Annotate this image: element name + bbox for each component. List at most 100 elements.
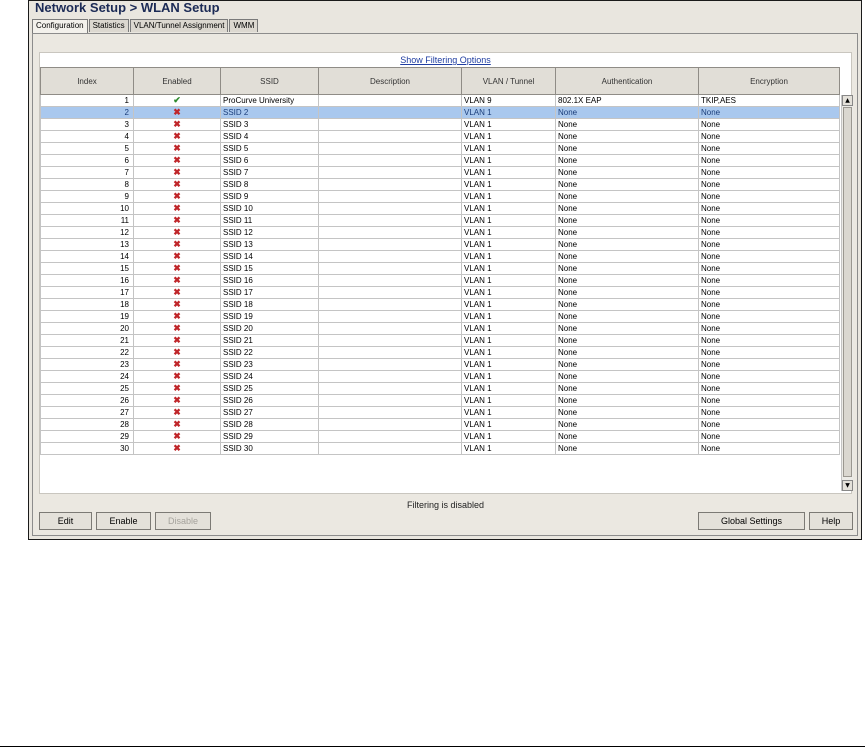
table-row[interactable]: 10 ✖ SSID 10 VLAN 1 None None xyxy=(40,202,840,215)
row-index-cell: 1 xyxy=(40,94,134,107)
table-row[interactable]: 28 ✖ SSID 28 VLAN 1 None None xyxy=(40,418,840,431)
table-row[interactable]: 20 ✖ SSID 20 VLAN 1 None None xyxy=(40,322,840,335)
row-description-cell xyxy=(318,142,462,155)
wlan-list-panel: Show Filtering Options Index Enabled SSI… xyxy=(39,52,853,510)
row-encryption-cell: None xyxy=(698,214,840,227)
table-row[interactable]: 18 ✖ SSID 18 VLAN 1 None None xyxy=(40,298,840,311)
row-encryption-cell: None xyxy=(698,166,840,179)
row-enabled-cell: ✖ xyxy=(133,238,221,251)
help-button[interactable]: Help xyxy=(809,512,853,530)
row-description-cell xyxy=(318,286,462,299)
scroll-up-arrow-icon[interactable]: ▲ xyxy=(842,95,853,106)
x-icon: ✖ xyxy=(173,431,181,442)
table-row[interactable]: 15 ✖ SSID 15 VLAN 1 None None xyxy=(40,262,840,275)
row-vlan-cell: VLAN 1 xyxy=(461,334,556,347)
row-index-cell: 25 xyxy=(40,382,134,395)
column-header-authentication[interactable]: Authentication xyxy=(555,67,699,95)
table-row[interactable]: 26 ✖ SSID 26 VLAN 1 None None xyxy=(40,394,840,407)
row-ssid-cell: SSID 10 xyxy=(220,202,319,215)
tab-vlan-tunnel-assignment[interactable]: VLAN/Tunnel Assignment xyxy=(129,19,229,32)
table-row[interactable]: 1 ✔ ProCurve University VLAN 9 802.1X EAP TKI… xyxy=(40,94,840,107)
table-row[interactable]: 22 ✖ SSID 22 VLAN 1 None None xyxy=(40,346,840,359)
row-index-cell: 16 xyxy=(40,274,134,287)
page-title: Network Setup > WLAN Setup xyxy=(35,0,220,15)
row-index-cell: 23 xyxy=(40,358,134,371)
row-vlan-cell: VLAN 1 xyxy=(461,430,556,443)
table-row[interactable]: 27 ✖ SSID 27 VLAN 1 None None xyxy=(40,406,840,419)
tab-statistics[interactable]: Statistics xyxy=(88,19,129,32)
row-encryption-cell: None xyxy=(698,430,840,443)
row-ssid-cell: SSID 7 xyxy=(220,166,319,179)
vertical-scrollbar[interactable]: ▲ ▼ xyxy=(841,95,853,491)
row-ssid-cell: SSID 2 xyxy=(220,106,319,119)
table-row[interactable]: 19 ✖ SSID 19 VLAN 1 None None xyxy=(40,310,840,323)
row-vlan-cell: VLAN 1 xyxy=(461,346,556,359)
row-authentication-cell: None xyxy=(555,370,699,383)
row-index-cell: 3 xyxy=(40,118,134,131)
tab-wmm[interactable]: WMM xyxy=(229,19,259,32)
table-row[interactable]: 3 ✖ SSID 3 VLAN 1 None None xyxy=(40,118,840,131)
show-filtering-options-link[interactable]: Show Filtering Options xyxy=(40,55,851,65)
row-vlan-cell: VLAN 1 xyxy=(461,178,556,191)
enable-button[interactable]: Enable xyxy=(96,512,151,530)
row-enabled-cell: ✖ xyxy=(133,358,221,371)
table-row[interactable]: 14 ✖ SSID 14 VLAN 1 None None xyxy=(40,250,840,263)
table-row[interactable]: 17 ✖ SSID 17 VLAN 1 None None xyxy=(40,286,840,299)
table-row[interactable]: 21 ✖ SSID 21 VLAN 1 None None xyxy=(40,334,840,347)
scroll-down-arrow-icon[interactable]: ▼ xyxy=(842,480,853,491)
table-row[interactable]: 2 ✖ SSID 2 VLAN 1 None None xyxy=(40,106,840,119)
row-vlan-cell: VLAN 1 xyxy=(461,394,556,407)
column-header-encryption[interactable]: Encryption xyxy=(698,67,840,95)
wlan-table: Index Enabled SSID Description VLAN / Tu… xyxy=(40,67,840,455)
row-description-cell xyxy=(318,406,462,419)
row-vlan-cell: VLAN 1 xyxy=(461,166,556,179)
table-row[interactable]: 16 ✖ SSID 16 VLAN 1 None None xyxy=(40,274,840,287)
table-row[interactable]: 6 ✖ SSID 6 VLAN 1 None None xyxy=(40,154,840,167)
table-row[interactable]: 30 ✖ SSID 30 VLAN 1 None None xyxy=(40,442,840,455)
table-row[interactable]: 5 ✖ SSID 5 VLAN 1 None None xyxy=(40,142,840,155)
row-encryption-cell: None xyxy=(698,298,840,311)
column-header-vlan-tunnel[interactable]: VLAN / Tunnel xyxy=(461,67,556,95)
row-encryption-cell: None xyxy=(698,226,840,239)
table-row[interactable]: 8 ✖ SSID 8 VLAN 1 None None xyxy=(40,178,840,191)
scrollbar-thumb[interactable] xyxy=(843,107,852,477)
row-description-cell xyxy=(318,154,462,167)
table-row[interactable]: 12 ✖ SSID 12 VLAN 1 None None xyxy=(40,226,840,239)
row-ssid-cell: SSID 4 xyxy=(220,130,319,143)
row-description-cell xyxy=(318,226,462,239)
row-vlan-cell: VLAN 1 xyxy=(461,130,556,143)
edit-button[interactable]: Edit xyxy=(39,512,92,530)
table-row[interactable]: 23 ✖ SSID 23 VLAN 1 None None xyxy=(40,358,840,371)
row-ssid-cell: SSID 19 xyxy=(220,310,319,323)
global-settings-button[interactable]: Global Settings xyxy=(698,512,805,530)
column-header-description[interactable]: Description xyxy=(318,67,462,95)
row-vlan-cell: VLAN 1 xyxy=(461,238,556,251)
table-row[interactable]: 9 ✖ SSID 9 VLAN 1 None None xyxy=(40,190,840,203)
table-row[interactable]: 29 ✖ SSID 29 VLAN 1 None None xyxy=(40,430,840,443)
disable-button[interactable]: Disable xyxy=(155,512,211,530)
x-icon: ✖ xyxy=(173,227,181,238)
table-row[interactable]: 13 ✖ SSID 13 VLAN 1 None None xyxy=(40,238,840,251)
tab-configuration[interactable]: Configuration xyxy=(32,19,88,33)
row-description-cell xyxy=(318,166,462,179)
row-vlan-cell: VLAN 1 xyxy=(461,202,556,215)
row-authentication-cell: None xyxy=(555,394,699,407)
row-description-cell xyxy=(318,346,462,359)
column-header-enabled[interactable]: Enabled xyxy=(133,67,221,95)
row-enabled-cell: ✖ xyxy=(133,178,221,191)
x-icon: ✖ xyxy=(173,419,181,430)
x-icon: ✖ xyxy=(173,167,181,178)
row-index-cell: 18 xyxy=(40,298,134,311)
row-vlan-cell: VLAN 1 xyxy=(461,190,556,203)
table-row[interactable]: 24 ✖ SSID 24 VLAN 1 None None xyxy=(40,370,840,383)
row-description-cell xyxy=(318,418,462,431)
table-row[interactable]: 25 ✖ SSID 25 VLAN 1 None None xyxy=(40,382,840,395)
table-row[interactable]: 4 ✖ SSID 4 VLAN 1 None None xyxy=(40,130,840,143)
row-index-cell: 29 xyxy=(40,430,134,443)
table-row[interactable]: 7 ✖ SSID 7 VLAN 1 None None xyxy=(40,166,840,179)
column-header-index[interactable]: Index xyxy=(40,67,134,95)
row-enabled-cell: ✖ xyxy=(133,322,221,335)
row-description-cell xyxy=(318,118,462,131)
table-row[interactable]: 11 ✖ SSID 11 VLAN 1 None None xyxy=(40,214,840,227)
column-header-ssid[interactable]: SSID xyxy=(220,67,319,95)
